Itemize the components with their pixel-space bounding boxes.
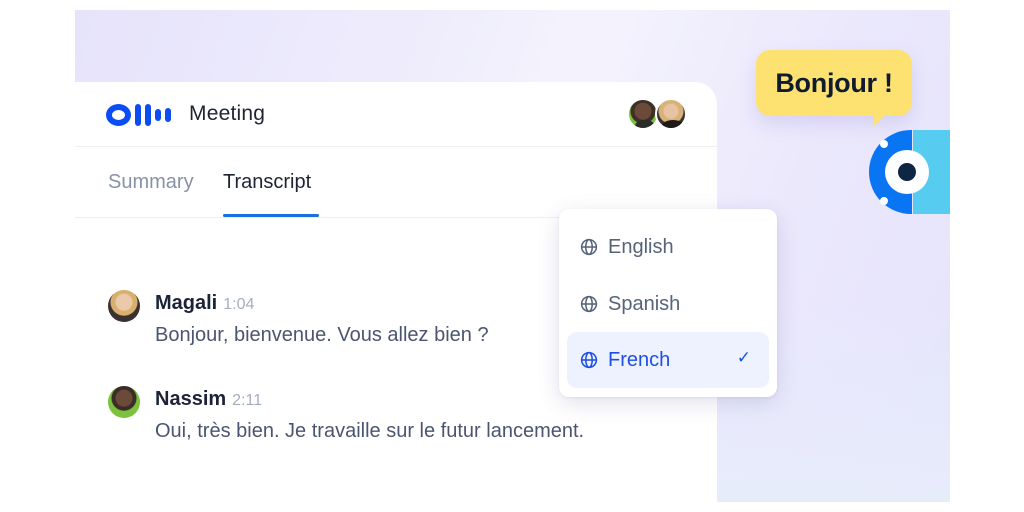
speaker-name: Magali (155, 292, 218, 314)
tab-summary[interactable]: Summary (108, 171, 194, 194)
language-option-label: Spanish (608, 292, 681, 315)
speech-bubble-tail (874, 114, 886, 126)
language-dropdown-menu: English Spanish French ✓ (559, 209, 777, 397)
globe-icon (580, 238, 598, 256)
transcript-text: Bonjour, bienvenue. Vous allez bien ? (155, 324, 489, 346)
language-option-label: English (608, 235, 674, 258)
check-icon: ✓ (736, 348, 751, 367)
page-title: Meeting (189, 102, 266, 125)
meeting-header: Meeting (75, 82, 717, 147)
active-tab-indicator (223, 214, 319, 217)
avatar-nassim (108, 386, 140, 418)
speech-bubble: Bonjour ! (756, 50, 912, 116)
transcript-text: Oui, très bien. Je travaille sur le futu… (155, 420, 585, 442)
participant-avatars[interactable] (627, 98, 689, 132)
otter-logo-icon[interactable] (106, 104, 172, 126)
timestamp[interactable]: 2:11 (232, 392, 262, 409)
language-option-label: French (608, 348, 671, 371)
language-option-spanish[interactable]: Spanish (567, 276, 769, 332)
speaker-name: Nassim (155, 388, 227, 410)
tab-transcript[interactable]: Transcript (223, 171, 311, 194)
avatar-magali[interactable] (655, 98, 687, 130)
globe-icon (580, 351, 598, 369)
globe-icon (580, 295, 598, 313)
language-option-french[interactable]: French ✓ (567, 332, 769, 388)
otter-mascot-icon (869, 130, 950, 214)
timestamp[interactable]: 1:04 (223, 296, 254, 313)
avatar-magali (108, 290, 140, 322)
tab-bar: Summary Transcript French (75, 147, 717, 271)
language-option-english[interactable]: English (567, 219, 769, 275)
